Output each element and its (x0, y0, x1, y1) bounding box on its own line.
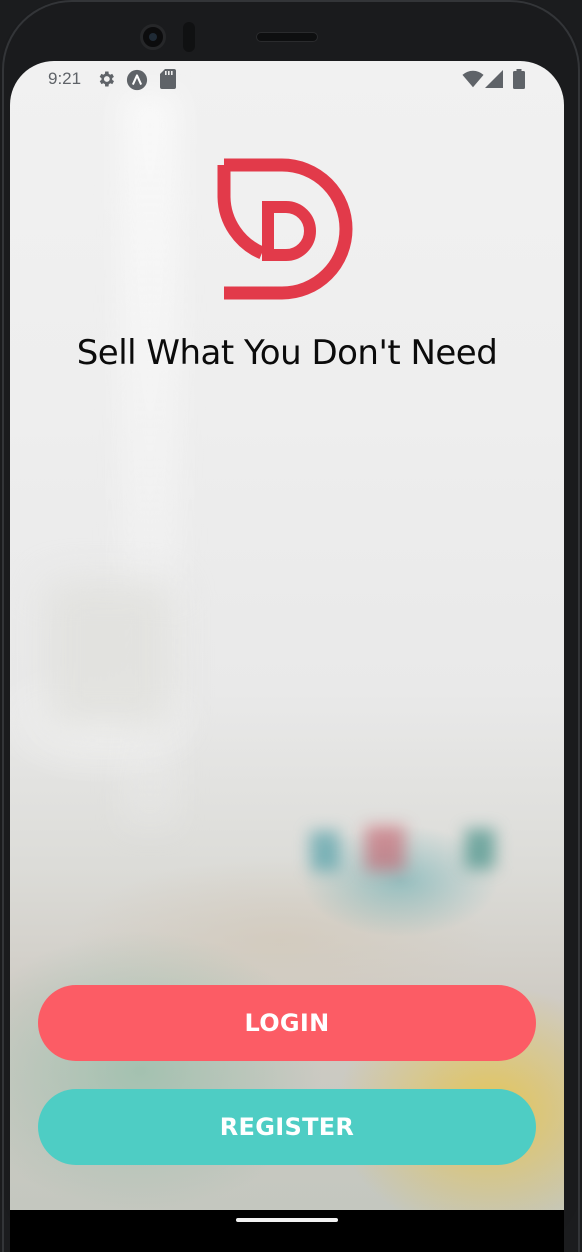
background-item (310, 831, 340, 871)
background-item (365, 826, 405, 871)
status-time: 9:21 (48, 69, 82, 88)
front-camera-icon (140, 24, 166, 50)
background-item (465, 829, 495, 869)
sensor (183, 22, 195, 52)
gear-icon (99, 71, 114, 87)
login-button-label: LOGIN (244, 1009, 330, 1037)
d-logo-icon (217, 158, 353, 300)
navigation-bar (10, 1210, 564, 1252)
register-button[interactable]: REGISTER (38, 1089, 536, 1165)
background-lamp (45, 581, 175, 731)
wifi-icon (462, 70, 484, 88)
status-bar: 9:21 (10, 61, 564, 97)
tagline: Sell What You Don't Need (76, 333, 498, 373)
register-button-label: REGISTER (219, 1113, 355, 1141)
welcome-screen: 9:21 Sell What You Don't Need LOGIN REGI… (10, 61, 564, 1210)
signal-icon (485, 70, 503, 88)
accessibility-icon (126, 69, 148, 91)
sd-card-icon (160, 69, 176, 89)
earpiece-speaker (256, 32, 318, 42)
home-indicator[interactable] (236, 1218, 338, 1222)
login-button[interactable]: LOGIN (38, 985, 536, 1061)
phone-frame: 9:21 Sell What You Don't Need LOGIN REGI… (0, 0, 582, 1252)
battery-icon (513, 69, 525, 89)
